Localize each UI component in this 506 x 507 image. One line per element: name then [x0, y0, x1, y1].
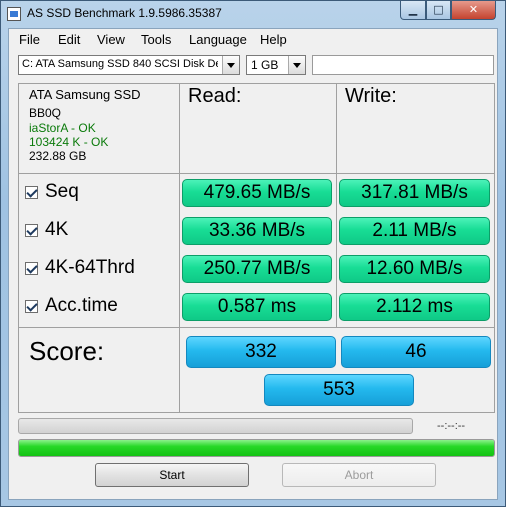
- chevron-down-icon[interactable]: [222, 56, 239, 74]
- read-header: Read:: [188, 85, 242, 107]
- seq-write-value: 317.81 MB/s: [339, 179, 490, 207]
- read-score: 332: [186, 336, 336, 368]
- drive-info: ATA Samsung SSD BB0Q iaStorA - OK 103424…: [29, 87, 141, 164]
- 4k-checkbox[interactable]: [25, 223, 38, 237]
- drive-name: ATA Samsung SSD: [29, 87, 141, 102]
- results-grid: ATA Samsung SSD BB0Q iaStorA - OK 103424…: [18, 83, 495, 413]
- elapsed-time: --:--:--: [437, 420, 466, 432]
- row-label: 4K-64Thrd: [45, 257, 135, 278]
- start-button[interactable]: Start: [95, 463, 249, 487]
- acc-time-checkbox[interactable]: [25, 299, 38, 313]
- client-area: File Edit View Tools Language Help C: AT…: [8, 28, 498, 500]
- drive-select-value: C: ATA Samsung SSD 840 SCSI Disk Device: [22, 58, 218, 70]
- menu-edit[interactable]: Edit: [58, 32, 80, 47]
- test-size-select[interactable]: 1 GB: [246, 55, 306, 75]
- 4k-64thrd-write-value: 12.60 MB/s: [339, 255, 490, 283]
- drive-firmware: BB0Q: [29, 106, 62, 121]
- maximize-button[interactable]: □: [426, 1, 451, 20]
- acc-time-read-value: 0.587 ms: [182, 293, 332, 321]
- write-header: Write:: [345, 85, 397, 107]
- 4k-64thrd-read-value: 250.77 MB/s: [182, 255, 332, 283]
- menu-file[interactable]: File: [19, 32, 40, 47]
- overall-progress-fill: [19, 440, 494, 456]
- overall-progress-bar: [18, 439, 495, 457]
- grid-divider: [179, 84, 180, 413]
- test-progress-bar: [18, 418, 413, 434]
- row-label: Acc.time: [45, 295, 118, 316]
- drive-select[interactable]: C: ATA Samsung SSD 840 SCSI Disk Device: [18, 55, 240, 75]
- driver-status: iaStorA - OK: [29, 120, 96, 135]
- 4k-64thrd-checkbox[interactable]: [25, 261, 38, 275]
- menu-language[interactable]: Language: [189, 32, 247, 47]
- close-button[interactable]: ✕: [451, 1, 496, 20]
- row-label: Seq: [45, 181, 79, 202]
- title-bar[interactable]: AS SSD Benchmark 1.9.5986.35387 ▁ □ ✕: [1, 1, 505, 27]
- extra-input[interactable]: [312, 55, 494, 75]
- total-score: 553: [264, 374, 414, 406]
- menu-help[interactable]: Help: [260, 32, 287, 47]
- score-label: Score:: [29, 336, 105, 366]
- menu-view[interactable]: View: [97, 32, 125, 47]
- grid-divider: [19, 327, 494, 328]
- row-4k-64thrd: 4K-64Thrd: [25, 253, 135, 283]
- minimize-button[interactable]: ▁: [400, 1, 426, 20]
- row-acc-time: Acc.time: [25, 291, 118, 321]
- row-label: 4K: [45, 219, 69, 240]
- abort-button[interactable]: Abort: [282, 463, 436, 487]
- menu-bar: File Edit View Tools Language Help: [9, 29, 497, 49]
- test-size-value: 1 GB: [251, 58, 279, 72]
- write-score: 46: [341, 336, 491, 368]
- grid-divider: [19, 173, 494, 174]
- app-window: AS SSD Benchmark 1.9.5986.35387 ▁ □ ✕ Fi…: [0, 0, 506, 507]
- seq-checkbox[interactable]: [25, 185, 38, 199]
- acc-time-write-value: 2.112 ms: [339, 293, 490, 321]
- row-4k: 4K: [25, 215, 68, 245]
- menu-tools[interactable]: Tools: [141, 32, 171, 47]
- row-seq: Seq: [25, 177, 79, 207]
- grid-divider: [336, 84, 337, 327]
- drive-capacity: 232.88 GB: [29, 149, 87, 164]
- chevron-down-icon[interactable]: [288, 56, 305, 74]
- alignment-status: 103424 K - OK: [29, 134, 109, 149]
- 4k-read-value: 33.36 MB/s: [182, 217, 332, 245]
- seq-read-value: 479.65 MB/s: [182, 179, 332, 207]
- app-icon: [7, 7, 21, 21]
- window-title: AS SSD Benchmark 1.9.5986.35387: [27, 6, 222, 20]
- 4k-write-value: 2.11 MB/s: [339, 217, 490, 245]
